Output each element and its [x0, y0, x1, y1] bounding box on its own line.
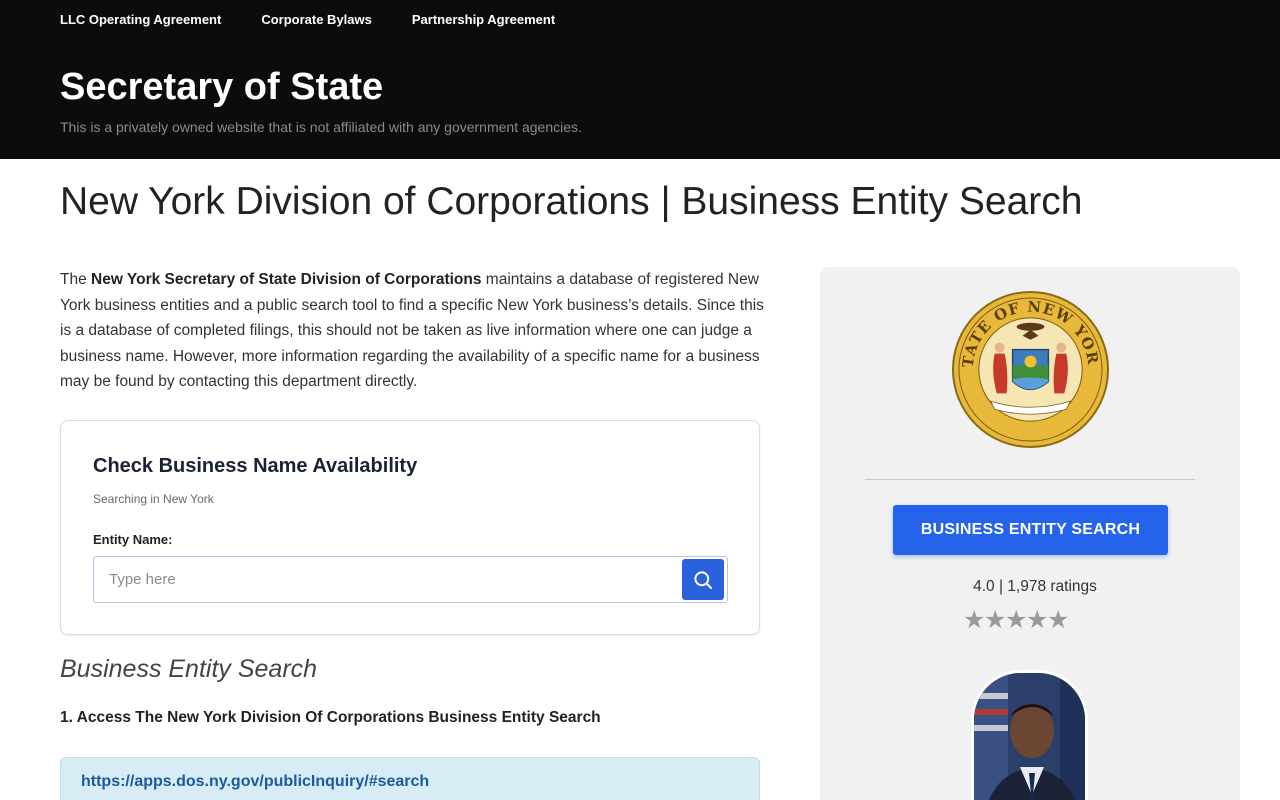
star-icon[interactable]: ★ — [1026, 608, 1048, 633]
nav-partnership-agreement[interactable]: Partnership Agreement — [412, 12, 555, 27]
business-entity-search-button[interactable]: BUSINESS ENTITY SEARCH — [893, 505, 1168, 555]
sidebar: STATE OF NEW YORK BUSINESS ENTITY SEARCH… — [820, 267, 1240, 800]
site-disclaimer: This is a privately owned website that i… — [60, 119, 582, 135]
rating-text: 4.0 | 1,978 ratings — [973, 578, 1097, 595]
section-heading: Business Entity Search — [60, 655, 318, 683]
entity-search-link[interactable]: https://apps.dos.ny.gov/publicInquiry/#s… — [81, 773, 429, 791]
entity-search-box — [93, 556, 728, 603]
star-icon[interactable]: ★ — [963, 608, 985, 633]
entity-name-label: Entity Name: — [93, 532, 173, 547]
sidebar-divider — [865, 479, 1195, 480]
intro-rest: maintains a database of registered New Y… — [60, 271, 764, 390]
nav-llc-operating-agreement[interactable]: LLC Operating Agreement — [60, 12, 221, 27]
star-icon[interactable]: ★ — [984, 608, 1006, 633]
intro-prefix: The — [60, 271, 92, 288]
search-icon — [694, 570, 712, 589]
entity-name-input[interactable] — [94, 557, 679, 602]
search-link-box: https://apps.dos.ny.gov/publicInquiry/#s… — [60, 757, 760, 800]
official-portrait — [971, 670, 1088, 800]
star-icon[interactable]: ★ — [1005, 608, 1027, 633]
name-availability-card: Check Business Name Availability Searchi… — [60, 420, 760, 635]
site-title[interactable]: Secretary of State — [60, 66, 383, 109]
intro-paragraph: The New York Secretary of State Division… — [60, 267, 765, 395]
portrait-image — [974, 673, 1085, 800]
nav-corporate-bylaws[interactable]: Corporate Bylaws — [261, 12, 372, 27]
page-title: New York Division of Corporations | Busi… — [60, 180, 1083, 223]
star-icon[interactable]: ★ — [1047, 608, 1069, 633]
site-header: LLC Operating Agreement Corporate Bylaws… — [0, 0, 1280, 159]
top-nav: LLC Operating Agreement Corporate Bylaws… — [60, 12, 595, 27]
search-button[interactable] — [682, 559, 724, 600]
card-subtitle: Searching in New York — [93, 492, 214, 506]
step-1-heading: 1. Access The New York Division Of Corpo… — [60, 709, 601, 726]
intro-bold-entity: New York Secretary of State Division of … — [91, 271, 482, 288]
ny-state-seal-icon: STATE OF NEW YORK — [951, 290, 1110, 449]
rating-stars[interactable]: ★ ★ ★ ★ ★ — [963, 608, 1069, 633]
card-title: Check Business Name Availability — [93, 455, 418, 477]
